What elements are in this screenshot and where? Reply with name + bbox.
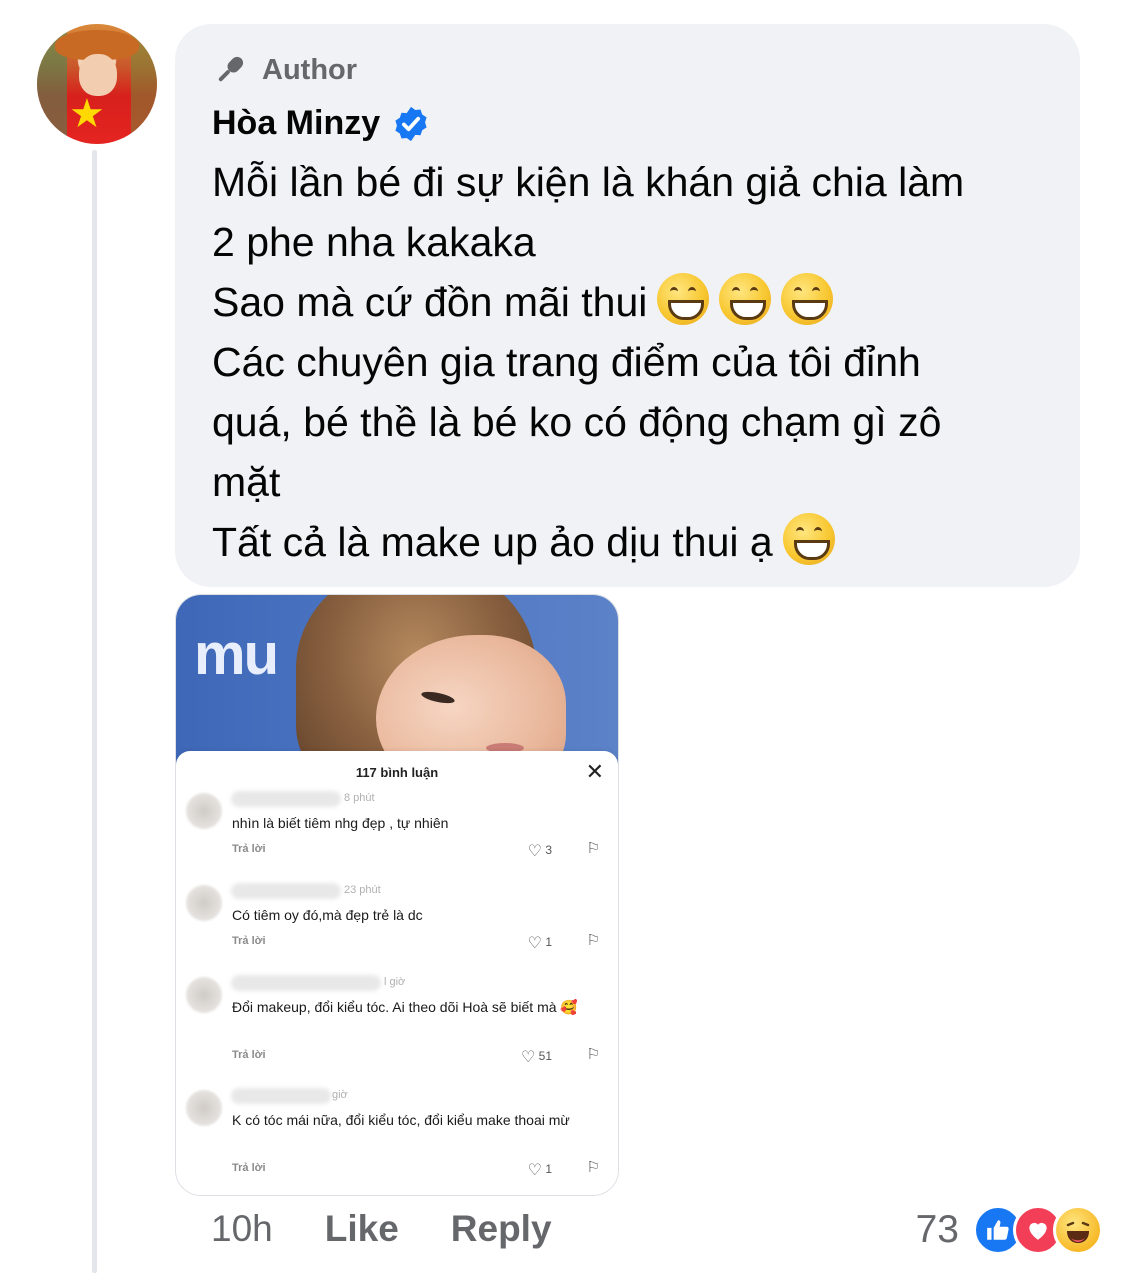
haha-icon (1053, 1205, 1103, 1255)
reply-label: Trả lời (232, 1162, 266, 1174)
list-item: l giờ Đổi makeup, đổi kiểu tóc. Ai theo … (186, 973, 606, 1085)
reply-label: Trả lời (232, 1049, 266, 1061)
dislike-icon: ⚐ (586, 932, 600, 949)
comment-time: giờ (332, 1089, 348, 1101)
reply-label: Trả lời (232, 843, 266, 855)
reaction-count[interactable]: 73 (916, 1208, 959, 1252)
comment-text: Mỗi lần bé đi sự kiện là khán giả chia l… (212, 152, 1062, 572)
message-line: Mỗi lần bé đi sự kiện là khán giả chia l… (212, 159, 965, 205)
avatar (186, 1090, 222, 1126)
comment-text: nhìn là biết tiêm nhg đẹp , tự nhiên (232, 815, 449, 831)
blurred-username (231, 975, 381, 991)
grinning-emoji-icon (781, 273, 834, 325)
like-count: ♡ 51 (520, 1049, 552, 1066)
author-avatar[interactable]: ★ (37, 24, 157, 144)
photo-backdrop-logo: mu (194, 622, 279, 687)
author-badge: Author (212, 52, 357, 88)
reaction-summary[interactable]: 73 (916, 1205, 1103, 1255)
microphone-icon (218, 56, 244, 82)
attached-photo: mu (176, 595, 618, 795)
blurred-username (231, 1088, 331, 1104)
comment-time: 23 phút (344, 884, 381, 896)
heart-icon: ♡ (527, 843, 542, 860)
thread-line (92, 150, 97, 1273)
grinning-emoji-icon (719, 273, 772, 325)
comment-text: Có tiêm oy đó,mà đẹp trẻ là dc (232, 907, 423, 923)
grinning-emoji-icon (782, 513, 835, 565)
comment-actions: 10h Like Reply (211, 1208, 552, 1250)
comments-sheet-title: 117 bình luận (355, 765, 439, 780)
author-name[interactable]: Hòa Minzy (212, 104, 380, 143)
grinning-emoji-icon (657, 273, 710, 325)
dislike-icon: ⚐ (586, 1159, 600, 1176)
comment-time: 8 phút (344, 792, 375, 804)
dislike-icon: ⚐ (586, 840, 600, 857)
avatar (186, 977, 222, 1013)
attached-screenshot[interactable]: mu 117 bình luận ✕ 8 phút nhìn là biết t… (175, 594, 619, 1196)
list-item: giờ K có tóc mái nữa, đổi kiểu tóc, đổi … (186, 1086, 606, 1195)
avatar (186, 793, 222, 829)
comment-text: Đổi makeup, đổi kiểu tóc. Ai theo dõi Ho… (232, 999, 578, 1015)
comment-time: l giờ (384, 976, 406, 988)
comment-text: K có tóc mái nữa, đổi kiểu tóc, đổi kiểu… (232, 1112, 570, 1128)
reply-button[interactable]: Reply (451, 1208, 552, 1250)
verified-badge-icon (395, 106, 427, 141)
list-item: 8 phút nhìn là biết tiêm nhg đẹp , tự nh… (186, 789, 606, 887)
dislike-icon: ⚐ (586, 1046, 600, 1063)
heart-icon: ♡ (520, 1049, 536, 1066)
comment-timestamp[interactable]: 10h (211, 1208, 273, 1250)
author-badge-label: Author (262, 53, 358, 86)
heart-icon: ♡ (527, 1162, 542, 1179)
like-count: ♡ 3 (527, 843, 552, 860)
like-count: ♡ 1 (527, 1162, 552, 1179)
heart-icon: ♡ (527, 935, 542, 952)
message-line: Các chuyên gia trang điểm của tôi đỉnh (212, 339, 921, 385)
avatar (186, 885, 222, 921)
reply-label: Trả lời (232, 935, 266, 947)
message-line: quá, bé thề là bé ko có động chạm gì zô (212, 399, 942, 445)
message-line: 2 phe nha kakaka (212, 219, 536, 265)
comment-bubble: Author Hòa Minzy Mỗi lần bé đi sự kiện l… (175, 24, 1080, 587)
list-item: 23 phút Có tiêm oy đó,mà đẹp trẻ là dc T… (186, 881, 606, 979)
message-line: Tất cả là make up ảo dịu thui ạ (212, 519, 773, 565)
message-line: Sao mà cứ đồn mãi thui (212, 279, 648, 325)
blurred-username (231, 883, 341, 899)
blurred-username (231, 791, 341, 807)
like-count: ♡ 1 (527, 935, 552, 952)
like-button[interactable]: Like (325, 1208, 399, 1250)
comments-sheet: 117 bình luận ✕ 8 phút nhìn là biết tiêm… (176, 751, 618, 1195)
close-icon: ✕ (585, 759, 604, 784)
message-line: mặt (212, 459, 281, 505)
